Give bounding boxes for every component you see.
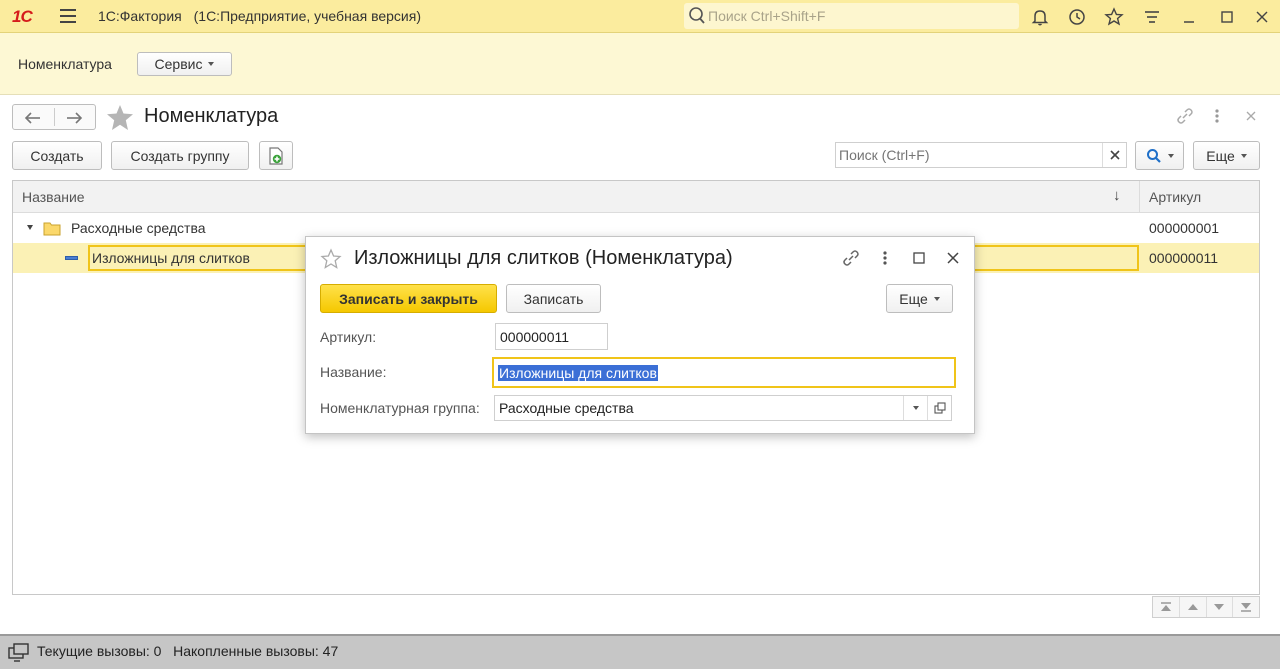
history-icon[interactable] (1066, 6, 1088, 28)
scroll-last-icon[interactable] (1233, 597, 1259, 617)
sort-down-icon[interactable]: ↓ (1113, 187, 1121, 204)
section-nav-nomenclature[interactable]: Номенклатура (18, 56, 112, 72)
save-button[interactable]: Записать (506, 284, 601, 313)
create-button[interactable]: Создать (12, 141, 102, 170)
link-icon[interactable] (1175, 107, 1195, 125)
group-dropdown-button[interactable] (903, 396, 927, 420)
service-menu-button[interactable]: Сервис (137, 52, 232, 76)
list-pager (1152, 596, 1260, 618)
scroll-down-icon[interactable] (1207, 597, 1234, 617)
create-group-button-label: Создать группу (130, 147, 230, 164)
tree-expand-icon[interactable] (27, 225, 33, 230)
group-value: Расходные средства (499, 400, 634, 416)
main-menu-icon[interactable] (60, 9, 76, 23)
row-name: Расходные средства (71, 220, 206, 236)
row-article: 000000001 (1149, 220, 1220, 236)
column-header-article[interactable]: Артикул (1149, 189, 1201, 205)
document-add-icon (269, 146, 283, 165)
window-titlebar: 1С 1С:Фактория (1С:Предприятие, учебная … (0, 0, 1280, 33)
create-button-label: Создать (30, 147, 84, 164)
history-nav-buttons (12, 104, 96, 130)
status-text: Текущие вызовы: 0 Накопленные вызовы: 47 (37, 643, 339, 659)
column-header-name[interactable]: Название (22, 189, 85, 205)
save-button-label: Записать (523, 290, 584, 307)
settings-menu-icon[interactable] (1141, 6, 1163, 28)
service-menu-label: Сервис (154, 56, 203, 72)
row-article: 000000011 (1149, 250, 1219, 266)
list-more-label: Еще (1206, 147, 1235, 164)
favorites-star-icon[interactable] (1103, 6, 1125, 28)
name-label: Название: (320, 364, 387, 380)
dialog-title: Изложницы для слитков (Номенклатура) (354, 247, 733, 269)
close-form-icon[interactable] (1245, 110, 1257, 122)
app-name: 1С:Фактория (98, 8, 182, 24)
scroll-up-icon[interactable] (1180, 597, 1207, 617)
create-group-button[interactable]: Создать группу (111, 141, 249, 170)
favorite-star-icon[interactable] (106, 104, 134, 131)
minimize-icon[interactable] (1178, 6, 1200, 28)
item-edit-dialog: Изложницы для слитков (Номенклатура) Зап… (305, 236, 975, 434)
clear-search-button[interactable] (1102, 143, 1126, 167)
app-logo: 1С (12, 7, 33, 26)
maximize-icon[interactable] (1216, 6, 1238, 28)
close-icon[interactable] (946, 251, 960, 265)
dialog-more-button[interactable]: Еще (886, 284, 953, 313)
bell-icon[interactable] (1029, 6, 1051, 28)
name-field[interactable]: Изложницы для слитков (492, 357, 956, 388)
list-more-button[interactable]: Еще (1193, 141, 1260, 170)
favorite-star-icon[interactable] (320, 248, 342, 270)
list-search-input[interactable] (836, 143, 1102, 167)
chevron-down-icon (1167, 153, 1174, 158)
list-header: Название ↓ Артикул (13, 181, 1259, 213)
group-label: Номенклатурная группа: (320, 400, 480, 416)
save-and-close-label: Записать и закрыть (339, 290, 478, 307)
copy-create-button[interactable] (259, 141, 293, 170)
global-search-placeholder: Поиск Ctrl+Shift+F (708, 8, 826, 24)
open-item-icon (933, 402, 946, 414)
more-vertical-icon[interactable] (880, 249, 890, 267)
search-icon (1146, 148, 1161, 163)
maximize-icon[interactable] (913, 252, 925, 264)
link-icon[interactable] (841, 249, 861, 267)
section-panel: Номенклатура Сервис (0, 33, 1280, 95)
group-field[interactable]: Расходные средства (494, 395, 952, 421)
list-search-field (835, 142, 1127, 168)
dialog-more-label: Еще (899, 290, 928, 307)
page-title: Номенклатура (144, 105, 279, 127)
save-and-close-button[interactable]: Записать и закрыть (320, 284, 497, 313)
name-value: Изложницы для слитков (498, 364, 658, 381)
search-options-button[interactable] (1135, 141, 1184, 170)
chevron-down-icon (1240, 153, 1247, 158)
back-arrow-icon[interactable] (24, 111, 42, 125)
monitor-icon[interactable] (8, 643, 30, 663)
article-label: Артикул: (320, 329, 377, 345)
status-bar: Текущие вызовы: 0 Накопленные вызовы: 47 (0, 634, 1280, 669)
chevron-down-icon (933, 296, 940, 301)
chevron-down-icon (912, 406, 919, 410)
group-open-button[interactable] (927, 396, 951, 420)
close-window-icon[interactable] (1251, 6, 1273, 28)
scroll-first-icon[interactable] (1153, 597, 1180, 617)
folder-icon (43, 222, 61, 236)
app-title: 1С:Фактория (1С:Предприятие, учебная вер… (98, 8, 421, 24)
row-name: Изложницы для слитков (92, 250, 250, 266)
forward-arrow-icon[interactable] (65, 111, 83, 125)
search-icon (689, 7, 705, 24)
clear-icon (1109, 150, 1120, 160)
item-element-icon (65, 256, 78, 260)
article-value: 000000011 (500, 328, 570, 345)
more-vertical-icon[interactable] (1212, 107, 1222, 125)
app-subtitle: (1С:Предприятие, учебная версия) (193, 8, 421, 24)
chevron-down-icon (208, 62, 215, 66)
global-search-input[interactable]: Поиск Ctrl+Shift+F (684, 3, 1019, 29)
article-field[interactable]: 000000011 (495, 323, 608, 350)
